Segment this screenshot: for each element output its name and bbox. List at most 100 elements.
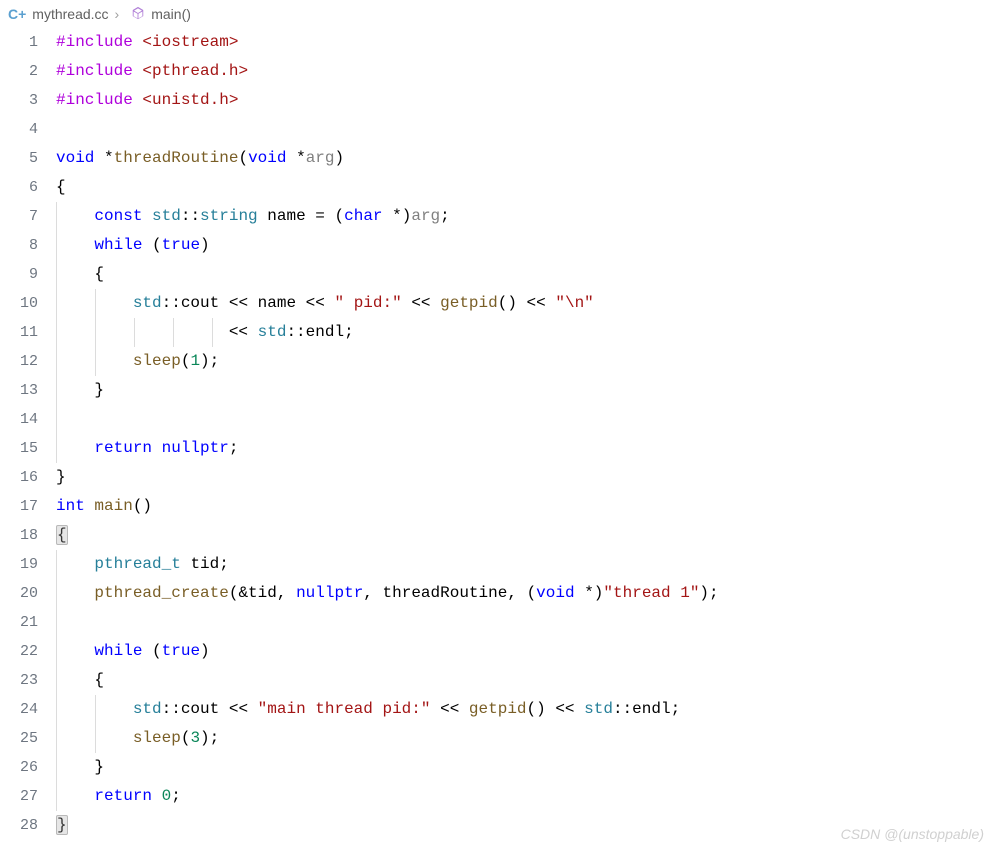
line-number: 24	[0, 695, 38, 724]
code-line[interactable]: {	[56, 260, 996, 289]
line-number: 10	[0, 289, 38, 318]
code-line[interactable]: pthread_t tid;	[56, 550, 996, 579]
brace: {	[94, 265, 104, 283]
op: *	[296, 149, 306, 167]
bool: true	[162, 642, 200, 660]
nullptr: nullptr	[296, 584, 363, 602]
code-line[interactable]: while (true)	[56, 231, 996, 260]
paren: (	[181, 729, 191, 747]
code-line[interactable]: #include <pthread.h>	[56, 57, 996, 86]
chevron-right-icon: ›	[115, 6, 120, 22]
code-line[interactable]: sleep(3);	[56, 724, 996, 753]
function-call: getpid	[469, 700, 527, 718]
semi: ;	[671, 700, 681, 718]
var: tid	[190, 555, 219, 573]
code-line[interactable]: }	[56, 376, 996, 405]
code-line[interactable]: std::cout << "main thread pid:" << getpi…	[56, 695, 996, 724]
param: arg	[411, 207, 440, 225]
op: ::	[181, 207, 200, 225]
line-number: 5	[0, 144, 38, 173]
semi: ;	[210, 352, 220, 370]
op: =	[315, 207, 325, 225]
code-line[interactable]: {	[56, 173, 996, 202]
symbol-method-icon	[131, 6, 145, 23]
code-editor[interactable]: 1 2 3 4 5 6 7 8 9 10 11 12 13 14 15 16 1…	[0, 28, 996, 848]
identifier: endl	[306, 323, 344, 341]
breadcrumb-file[interactable]: mythread.cc	[32, 6, 108, 22]
op: <<	[229, 323, 248, 341]
code-line[interactable]	[56, 115, 996, 144]
paren: )	[594, 584, 604, 602]
var: tid	[248, 584, 277, 602]
code-area[interactable]: #include <iostream> #include <pthread.h>…	[56, 28, 996, 848]
op: <<	[527, 294, 546, 312]
code-line[interactable]: << std::endl;	[56, 318, 996, 347]
line-number: 27	[0, 782, 38, 811]
code-line[interactable]	[56, 405, 996, 434]
code-line[interactable]: #include <unistd.h>	[56, 86, 996, 115]
brace: }	[94, 381, 104, 399]
code-line[interactable]	[56, 608, 996, 637]
code-line[interactable]: }	[56, 753, 996, 782]
function-call: sleep	[133, 729, 181, 747]
param: arg	[306, 149, 335, 167]
op: *	[392, 207, 402, 225]
code-line[interactable]: return 0;	[56, 782, 996, 811]
identifier: cout	[181, 700, 219, 718]
op: &	[238, 584, 248, 602]
code-line[interactable]: void *threadRoutine(void *arg)	[56, 144, 996, 173]
line-number: 12	[0, 347, 38, 376]
code-line[interactable]: const std::string name = (char *)arg;	[56, 202, 996, 231]
string: " pid:"	[334, 294, 401, 312]
namespace: std	[258, 323, 287, 341]
code-line[interactable]: std::cout << name << " pid:" << getpid()…	[56, 289, 996, 318]
code-line[interactable]: }	[56, 463, 996, 492]
code-line[interactable]: {	[56, 666, 996, 695]
op: ::	[162, 294, 181, 312]
line-number: 23	[0, 666, 38, 695]
comma: ,	[363, 584, 373, 602]
type: string	[200, 207, 258, 225]
include-file: <unistd.h>	[142, 91, 238, 109]
code-line[interactable]: pthread_create(&tid, nullptr, threadRout…	[56, 579, 996, 608]
identifier: endl	[632, 700, 670, 718]
breadcrumb-symbol[interactable]: main()	[151, 6, 191, 22]
line-number: 26	[0, 753, 38, 782]
paren: (	[229, 584, 239, 602]
code-line[interactable]: #include <iostream>	[56, 28, 996, 57]
semi: ;	[229, 439, 239, 457]
paren: ()	[527, 700, 546, 718]
line-number: 28	[0, 811, 38, 840]
breadcrumb[interactable]: C+ mythread.cc › main()	[0, 0, 996, 28]
line-number: 22	[0, 637, 38, 666]
keyword: const	[94, 207, 142, 225]
keyword: while	[94, 236, 142, 254]
code-line[interactable]: int main()	[56, 492, 996, 521]
line-number: 19	[0, 550, 38, 579]
semi: ;	[210, 729, 220, 747]
function-call: sleep	[133, 352, 181, 370]
line-number: 16	[0, 463, 38, 492]
directive: #include	[56, 33, 133, 51]
line-number: 17	[0, 492, 38, 521]
code-line[interactable]: sleep(1);	[56, 347, 996, 376]
string: "\n"	[555, 294, 593, 312]
line-number: 11	[0, 318, 38, 347]
function-name: threadRoutine	[114, 149, 239, 167]
keyword: int	[56, 497, 85, 515]
semi: ;	[344, 323, 354, 341]
op: <<	[555, 700, 574, 718]
keyword: void	[56, 149, 94, 167]
op: <<	[306, 294, 325, 312]
paren: )	[200, 352, 210, 370]
keyword: return	[94, 787, 152, 805]
keyword: while	[94, 642, 142, 660]
code-line[interactable]: while (true)	[56, 637, 996, 666]
code-line[interactable]: {	[56, 521, 996, 550]
line-number: 13	[0, 376, 38, 405]
paren: (	[335, 207, 345, 225]
number: 3	[190, 729, 200, 747]
keyword: void	[248, 149, 286, 167]
paren: )	[699, 584, 709, 602]
code-line[interactable]: return nullptr;	[56, 434, 996, 463]
